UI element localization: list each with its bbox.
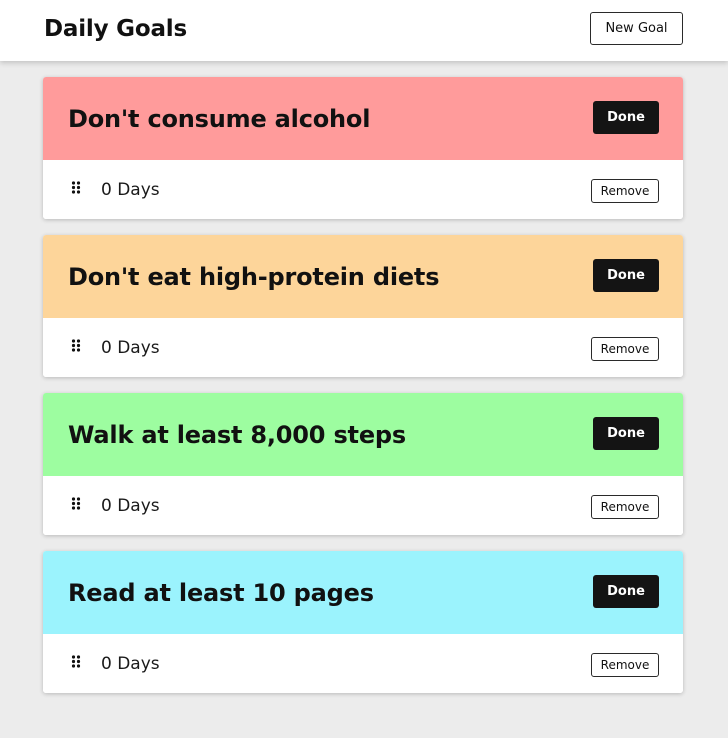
goal-footer: 0 Days Remove bbox=[43, 634, 683, 693]
drag-handle-icon[interactable] bbox=[71, 497, 81, 510]
app-header: Daily Goals New Goal bbox=[0, 0, 728, 61]
goal-card: Walk at least 8,000 steps Done 0 Days Re… bbox=[43, 393, 683, 535]
remove-button[interactable]: Remove bbox=[591, 653, 659, 677]
drag-handle-icon[interactable] bbox=[71, 339, 81, 352]
goal-card: Don't eat high-protein diets Done 0 Days… bbox=[43, 235, 683, 377]
drag-handle-icon[interactable] bbox=[71, 181, 81, 194]
goal-title: Read at least 10 pages bbox=[68, 579, 374, 607]
goal-title: Walk at least 8,000 steps bbox=[68, 421, 406, 449]
page-title: Daily Goals bbox=[44, 16, 187, 42]
done-button[interactable]: Done bbox=[593, 259, 659, 292]
goal-header: Don't consume alcohol Done bbox=[43, 77, 683, 160]
remove-button[interactable]: Remove bbox=[591, 495, 659, 519]
goal-header: Walk at least 8,000 steps Done bbox=[43, 393, 683, 476]
done-button[interactable]: Done bbox=[593, 417, 659, 450]
done-button[interactable]: Done bbox=[593, 575, 659, 608]
done-button[interactable]: Done bbox=[593, 101, 659, 134]
goal-card: Read at least 10 pages Done 0 Days Remov… bbox=[43, 551, 683, 693]
streak-count: 0 Days bbox=[101, 654, 160, 674]
goal-footer: 0 Days Remove bbox=[43, 318, 683, 377]
goal-header: Read at least 10 pages Done bbox=[43, 551, 683, 634]
streak-count: 0 Days bbox=[101, 338, 160, 358]
goal-header: Don't eat high-protein diets Done bbox=[43, 235, 683, 318]
new-goal-button[interactable]: New Goal bbox=[590, 12, 683, 45]
drag-handle-icon[interactable] bbox=[71, 655, 81, 668]
goal-title: Don't eat high-protein diets bbox=[68, 263, 440, 291]
remove-button[interactable]: Remove bbox=[591, 337, 659, 361]
goal-title: Don't consume alcohol bbox=[68, 105, 371, 133]
goal-footer: 0 Days Remove bbox=[43, 476, 683, 535]
goal-list: Don't consume alcohol Done 0 Days Remove… bbox=[43, 77, 683, 709]
remove-button[interactable]: Remove bbox=[591, 179, 659, 203]
streak-count: 0 Days bbox=[101, 180, 160, 200]
streak-count: 0 Days bbox=[101, 496, 160, 516]
goal-footer: 0 Days Remove bbox=[43, 160, 683, 219]
goal-card: Don't consume alcohol Done 0 Days Remove bbox=[43, 77, 683, 219]
